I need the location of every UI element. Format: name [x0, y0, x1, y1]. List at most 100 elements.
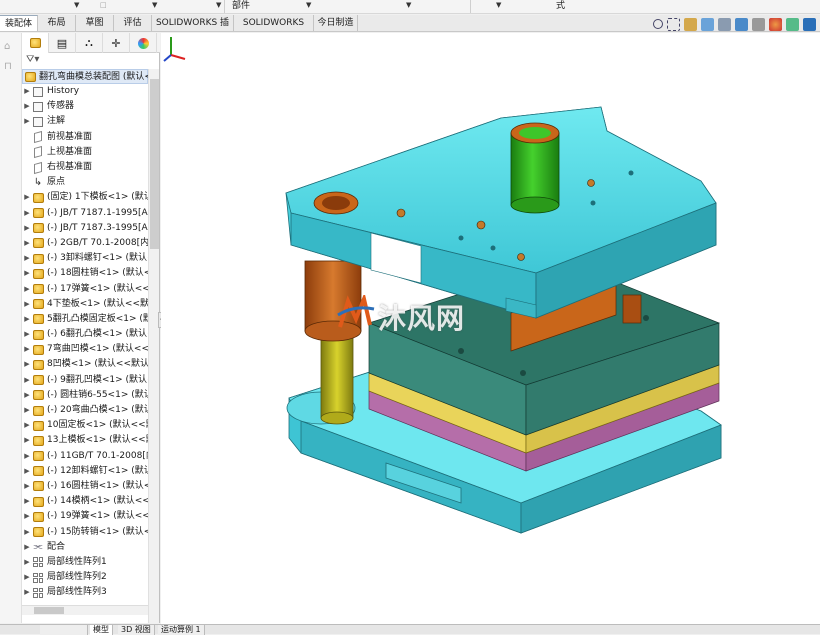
tree-item[interactable]: ▶ (-) 16圆柱销<1> (默认<< — [22, 479, 148, 494]
previous-view-icon[interactable] — [684, 17, 697, 31]
tree-item[interactable]: ▶ 13上模板<1> (默认<<默 — [22, 433, 148, 448]
vertical-scrollbar[interactable] — [148, 69, 159, 623]
dropdown-caret-icon[interactable]: ▼ — [496, 1, 501, 9]
parts-label[interactable]: 部件 — [232, 0, 250, 12]
graphics-area[interactable]: 沐风网 — [161, 33, 820, 624]
expand-arrow-icon[interactable]: ▶ — [22, 525, 32, 540]
dimxpert-manager-tab-icon[interactable]: ✛ — [103, 33, 130, 53]
tree-item[interactable]: ▶ (-) JB/T 7187.3-1995[A] — [22, 221, 148, 236]
tree-item[interactable]: ▶ (-) 9翻孔凹模<1> (默认<< — [22, 373, 148, 388]
tree-item[interactable]: ▶ (-) 6翻孔凸模<1> (默认< — [22, 327, 148, 342]
expand-arrow-icon[interactable]: ▶ — [22, 266, 32, 281]
configuration-manager-tab-icon[interactable]: ⛬ — [76, 33, 103, 53]
expand-arrow-icon[interactable]: ▶ — [22, 494, 32, 509]
tree-item[interactable]: ▶ 局部线性阵列3 — [22, 585, 148, 600]
expand-arrow-icon[interactable]: ▶ — [22, 540, 32, 555]
filter-icon[interactable]: ⛛▾ — [22, 54, 160, 68]
tree-item[interactable]: ▶ 局部线性阵列2 — [22, 570, 148, 585]
tree-item[interactable]: ▶ (-) 2GB/T 70.1-2008[内六 — [22, 236, 148, 251]
tree-item[interactable]: 上视基准面 — [22, 145, 148, 160]
tab-assembly[interactable]: 装配体 — [0, 15, 38, 31]
tree-item[interactable]: ▶ 8凹模<1> (默认<<默认> — [22, 357, 148, 372]
tree-item[interactable]: ▶ 7弯曲凹模<1> (默认<<默 — [22, 342, 148, 357]
expand-arrow-icon[interactable]: ▶ — [22, 114, 32, 129]
expand-arrow-icon[interactable]: ▶ — [22, 464, 32, 479]
expand-arrow-icon[interactable]: ▶ — [22, 479, 32, 494]
expand-arrow-icon[interactable]: ▶ — [22, 433, 32, 448]
tree-item[interactable]: ▶ (-) 15防转销<1> (默认<< — [22, 524, 148, 539]
expand-arrow-icon[interactable]: ▶ — [22, 312, 32, 327]
expand-arrow-icon[interactable]: ▶ — [22, 570, 32, 585]
tree-item[interactable]: ▶ (-) JB/T 7187.1-1995[A] — [22, 206, 148, 221]
zoom-to-fit-icon[interactable] — [653, 19, 663, 29]
style-label[interactable]: 式 — [556, 0, 565, 12]
tab-evaluate[interactable]: 评估 — [114, 15, 152, 31]
tree-item[interactable]: ▶ 传感器 — [22, 99, 148, 114]
dropdown-caret-icon[interactable]: ▼ — [306, 1, 311, 9]
tab-layout[interactable]: 布局 — [38, 15, 76, 31]
property-manager-tab-icon[interactable]: ▤ — [49, 33, 76, 53]
expand-arrow-icon[interactable]: ▶ — [22, 236, 32, 251]
dropdown-caret-icon[interactable]: ▼ — [216, 1, 221, 9]
scene-icon[interactable] — [786, 17, 799, 31]
tree-item[interactable]: ▶ 局部线性阵列1 — [22, 555, 148, 570]
tree-item[interactable]: ▶ 5翻孔凸模固定板<1> (默认 — [22, 312, 148, 327]
view-orientation-icon[interactable] — [718, 17, 731, 31]
tree-item[interactable]: ▶ (-) 14模柄<1> (默认<<默 — [22, 494, 148, 509]
expand-arrow-icon[interactable]: ▶ — [22, 99, 32, 114]
dropdown-caret-icon[interactable]: ▼ — [152, 1, 157, 9]
expand-arrow-icon[interactable]: ▶ — [22, 84, 32, 99]
zoom-area-icon[interactable] — [667, 17, 680, 31]
flyout-icon[interactable]: ⊓ — [4, 61, 18, 72]
dropdown-caret-icon[interactable]: ▼ — [406, 1, 411, 9]
tab-today-manufacturing[interactable]: 今日制造 — [314, 15, 358, 31]
expand-arrow-icon[interactable]: ▶ — [22, 418, 32, 433]
tree-item[interactable]: ▶ (-) 17弹簧<1> (默认<<默 — [22, 281, 148, 296]
tree-item[interactable]: ▶ (-) 圆柱销6-55<1> (默认< — [22, 388, 148, 403]
hide-show-items-icon[interactable] — [752, 17, 765, 31]
section-view-icon[interactable] — [701, 17, 714, 31]
tree-item[interactable]: ▶ (固定) 1下模板<1> (默认 — [22, 190, 148, 205]
display-style-icon[interactable] — [735, 17, 748, 31]
expand-arrow-icon[interactable]: ▶ — [22, 509, 32, 524]
tree-item[interactable]: ▶ (-) 11GB/T 70.1-2008[内 — [22, 449, 148, 464]
expand-arrow-icon[interactable]: ▶ — [22, 342, 32, 357]
expand-arrow-icon[interactable]: ▶ — [22, 585, 32, 600]
expand-arrow-icon[interactable]: ▶ — [22, 357, 32, 372]
feature-manager-tab-icon[interactable] — [22, 33, 49, 53]
expand-arrow-icon[interactable]: ▶ — [22, 206, 32, 221]
tree-item[interactable]: ▶ (-) 3卸料螺钉<1> (默认<< — [22, 251, 148, 266]
expand-arrow-icon[interactable]: ▶ — [22, 373, 32, 388]
display-manager-tab-icon[interactable] — [130, 33, 157, 53]
tree-item[interactable]: ▶ (-) 20弯曲凸模<1> (默认< — [22, 403, 148, 418]
tree-item[interactable]: ▶ (-) 18圆柱销<1> (默认<< — [22, 266, 148, 281]
expand-arrow-icon[interactable]: ▶ — [22, 403, 32, 418]
tree-item[interactable]: ▶ History — [22, 84, 148, 99]
checkbox-icon[interactable]: □ — [100, 1, 107, 9]
pin-icon[interactable]: ⌂ — [4, 41, 18, 52]
expand-arrow-icon[interactable]: ▶ — [22, 327, 32, 342]
tree-item[interactable]: ↳ 原点 — [22, 175, 148, 190]
tree-item[interactable]: 右视基准面 — [22, 160, 148, 175]
die-shank[interactable] — [510, 122, 560, 214]
tree-item[interactable]: ▶ (-) 19弹簧<1> (默认<<默 — [22, 509, 148, 524]
expand-arrow-icon[interactable]: ▶ — [22, 555, 32, 570]
dropdown-caret-icon[interactable]: ▼ — [74, 1, 79, 9]
tab-sketch[interactable]: 草图 — [76, 15, 114, 31]
expand-arrow-icon[interactable]: ▶ — [22, 190, 32, 205]
tree-item[interactable]: ▶ 注解 — [22, 114, 148, 129]
tree-root-assembly[interactable]: 翻孔弯曲模总装配图 (默认<显 — [22, 69, 148, 84]
expand-arrow-icon[interactable]: ▶ — [22, 388, 32, 403]
tree-item[interactable]: ▶ 10固定板<1> (默认<<默 — [22, 418, 148, 433]
expand-arrow-icon[interactable]: ▶ — [22, 297, 32, 312]
horizontal-scrollbar[interactable] — [22, 605, 148, 615]
expand-arrow-icon[interactable]: ▶ — [22, 449, 32, 464]
tree-item[interactable]: ▶ (-) 12卸料螺钉<1> (默认 — [22, 464, 148, 479]
expand-arrow-icon[interactable]: ▶ — [22, 251, 32, 266]
tab-solidworks-addins[interactable]: SOLIDWORKS 插件 — [152, 15, 234, 44]
tree-item[interactable]: ▶ 4下垫板<1> (默认<<默认 — [22, 297, 148, 312]
tab-solidworks-mbd[interactable]: SOLIDWORKS MBD — [234, 15, 314, 44]
tree-item[interactable]: 前视基准面 — [22, 130, 148, 145]
display-monitor-icon[interactable] — [803, 17, 816, 31]
tree-item[interactable]: ▶ ⫘ 配合 — [22, 540, 148, 555]
